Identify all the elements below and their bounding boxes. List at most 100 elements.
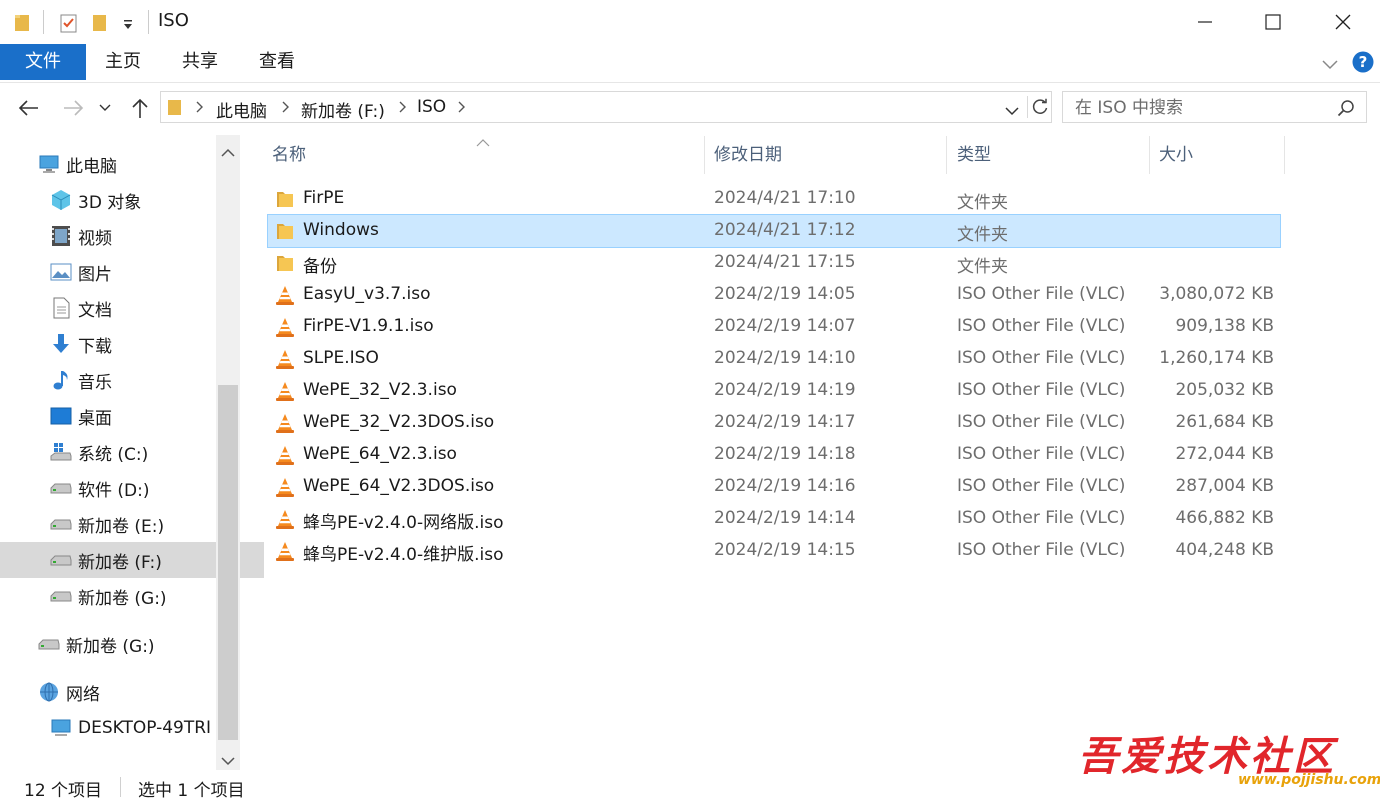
file-name: SLPE.ISO [303,348,379,368]
minimize-icon [1198,21,1212,23]
watermark-url: www.pojjishu.com [1238,772,1380,788]
file-name: WePE_64_V2.3.iso [303,444,457,464]
vlc-cone-icon [276,414,294,433]
scroll-down-icon[interactable] [221,751,235,771]
drive-icon [50,549,72,571]
file-date: 2024/2/19 14:16 [714,476,856,496]
maximize-button[interactable] [1238,0,1308,44]
drive-icon [50,585,72,607]
navigation-pane: 此电脑 3D 对象 视频 图片 文档 下载 音乐 桌面 系统 (C:) 软件 (… [0,135,264,770]
column-divider[interactable] [704,136,705,174]
file-name: 蜂鸟PE-v2.4.0-维护版.iso [303,545,504,565]
column-divider[interactable] [946,136,947,174]
chevron-right-icon[interactable] [281,99,291,119]
search-box[interactable] [1062,91,1367,124]
file-date: 2024/4/21 17:15 [714,252,856,272]
file-row[interactable]: FirPE 2024/4/21 17:10 文件夹 [268,183,1280,215]
file-date: 2024/2/19 14:14 [714,508,856,528]
cube-3d-icon [50,189,72,211]
expand-ribbon-icon[interactable] [1322,56,1338,76]
back-button[interactable] [16,95,42,121]
file-row[interactable]: 备份 2024/4/21 17:15 文件夹 [268,247,1280,279]
refresh-icon[interactable] [1031,98,1049,121]
system-drive-icon [50,441,72,463]
network-icon [38,681,60,703]
up-button[interactable] [127,95,153,121]
address-history-dropdown[interactable] [1005,101,1019,121]
forward-button[interactable] [60,95,86,121]
column-header-date[interactable]: 修改日期 [714,135,944,175]
breadcrumb-iso[interactable]: ISO [417,97,446,117]
customize-dropdown-icon[interactable] [122,16,134,36]
file-type: ISO Other File (VLC) [957,380,1126,400]
breadcrumb-this-pc[interactable]: 此电脑 [216,97,267,122]
vlc-cone-icon [276,350,294,369]
column-header-type[interactable]: 类型 [957,135,1147,175]
chevron-right-icon[interactable] [398,99,408,119]
tab-share[interactable]: 共享 [169,44,231,80]
file-date: 2024/4/21 17:10 [714,188,856,208]
file-type: ISO Other File (VLC) [957,540,1126,560]
chevron-right-icon[interactable] [195,99,205,119]
sidebar-scroll-thumb[interactable] [218,385,238,740]
minimize-button[interactable] [1170,0,1240,44]
properties-icon[interactable] [58,12,80,39]
sidebar-item-this-pc[interactable]: 此电脑 [0,146,252,182]
file-size: 287,004 KB [1175,476,1274,496]
chevron-right-icon[interactable] [457,99,467,119]
vlc-cone-icon [276,318,294,337]
folder-icon [277,256,293,271]
file-row[interactable]: WePE_32_V2.3DOS.iso 2024/2/19 14:17 ISO … [268,407,1280,439]
recent-locations-button[interactable] [96,95,114,121]
column-divider[interactable] [1284,136,1285,174]
file-type: 文件夹 [957,257,1008,277]
breadcrumb-drive-f[interactable]: 新加卷 (F:) [301,97,385,122]
file-row[interactable]: 蜂鸟PE-v2.4.0-网络版.iso 2024/2/19 14:14 ISO … [268,503,1280,535]
scroll-up-icon[interactable] [221,143,235,163]
music-icon [50,369,72,391]
close-button[interactable] [1308,0,1378,44]
tab-view[interactable]: 查看 [246,44,308,80]
sidebar-item-drive-g-root[interactable]: 新加卷 (G:) [0,626,252,662]
file-name: WePE_32_V2.3DOS.iso [303,412,495,432]
file-row[interactable]: SLPE.ISO 2024/2/19 14:10 ISO Other File … [268,343,1280,375]
folder-icon [14,12,32,37]
vlc-cone-icon [276,446,294,465]
network-computer-icon [50,717,72,739]
divider [148,10,149,34]
column-divider[interactable] [1149,136,1150,174]
file-row[interactable]: 蜂鸟PE-v2.4.0-维护版.iso 2024/2/19 14:15 ISO … [268,535,1280,567]
file-row[interactable]: WePE_32_V2.3.iso 2024/2/19 14:19 ISO Oth… [268,375,1280,407]
file-row[interactable]: EasyU_v3.7.iso 2024/2/19 14:05 ISO Other… [268,279,1280,311]
sidebar-item-network[interactable]: 网络 [0,674,252,710]
search-icon[interactable] [1337,99,1355,122]
picture-icon [50,261,72,283]
file-type: 文件夹 [957,193,1008,213]
window-title: ISO [158,10,189,31]
file-row[interactable]: WePE_64_V2.3DOS.iso 2024/2/19 14:16 ISO … [268,471,1280,503]
title-bar: ISO [0,0,1380,44]
address-bar[interactable]: 此电脑 新加卷 (F:) ISO [160,91,1052,123]
file-name: 蜂鸟PE-v2.4.0-网络版.iso [303,513,504,533]
back-arrow-icon [18,100,38,116]
drive-icon [50,513,72,535]
tab-file[interactable]: 文件 [0,44,86,80]
file-date: 2024/2/19 14:19 [714,380,856,400]
file-date: 2024/2/19 14:17 [714,412,856,432]
tab-home[interactable]: 主页 [92,44,154,80]
search-input[interactable] [1073,92,1327,124]
file-name: Windows [303,220,379,240]
column-header-size[interactable]: 大小 [1159,135,1283,175]
forward-arrow-icon [64,100,84,116]
file-date: 2024/2/19 14:18 [714,444,856,464]
maximize-icon [1265,14,1281,30]
file-date: 2024/2/19 14:15 [714,540,856,560]
file-type: ISO Other File (VLC) [957,476,1126,496]
file-type: ISO Other File (VLC) [957,316,1126,336]
help-icon[interactable]: ? [1352,51,1374,78]
new-folder-icon[interactable] [92,12,108,37]
column-header-name[interactable]: 名称 [272,135,702,175]
file-row[interactable]: FirPE-V1.9.1.iso 2024/2/19 14:07 ISO Oth… [268,311,1280,343]
file-row[interactable]: WePE_64_V2.3.iso 2024/2/19 14:18 ISO Oth… [268,439,1280,471]
file-row[interactable]: Windows 2024/4/21 17:12 文件夹 [267,214,1281,248]
